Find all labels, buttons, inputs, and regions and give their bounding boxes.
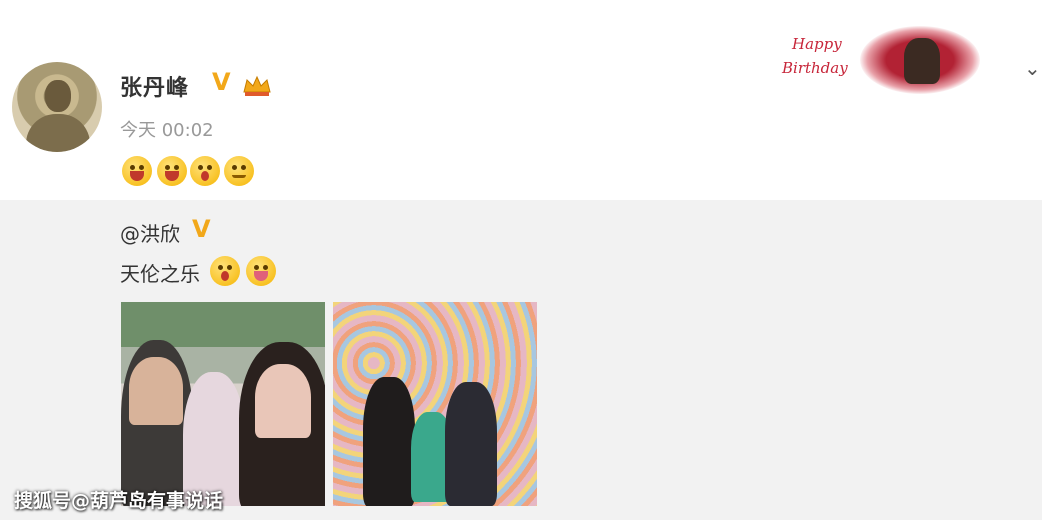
awkward-emoji — [190, 156, 220, 186]
greeting-line-2: Birthday — [782, 59, 848, 77]
repost-photo-2[interactable] — [333, 302, 537, 506]
repost-text: 天伦之乐 — [120, 258, 200, 287]
wink-emoji — [224, 156, 254, 186]
original-post: 张丹峰 V 今天 00:02 Happy Birthday ⌄ — [0, 0, 1042, 200]
avatar[interactable] — [12, 62, 102, 152]
birthday-greeting: Happy Birthday — [782, 32, 848, 80]
repost-text-content: 天伦之乐 — [120, 262, 200, 286]
username[interactable]: 张丹峰 — [120, 70, 189, 102]
chevron-down-icon[interactable]: ⌄ — [1024, 56, 1041, 80]
greeting-line-1: Happy — [792, 35, 842, 53]
person-man — [445, 382, 497, 506]
watermark: 搜狐号@葫芦岛有事说话 — [14, 490, 224, 512]
birthday-card-decoration[interactable]: Happy Birthday — [782, 24, 982, 98]
person-woman — [363, 377, 415, 506]
avatar-body — [26, 114, 90, 152]
post-timestamp: 今天 00:02 — [120, 120, 214, 141]
laugh-emoji — [157, 156, 187, 186]
repost-photo-1[interactable] — [121, 302, 325, 506]
awkward-emoji — [210, 256, 240, 286]
person-man-face — [129, 357, 183, 425]
tongue-emoji — [246, 256, 276, 286]
verified-badge-icon: V — [192, 215, 211, 243]
repost-mention[interactable]: @洪欣 — [120, 218, 180, 247]
laugh-emoji — [122, 156, 152, 186]
crown-icon[interactable] — [242, 74, 272, 98]
anime-figure-image — [904, 38, 940, 84]
person-woman-face — [255, 364, 311, 438]
avatar-face — [45, 80, 71, 112]
verified-badge-icon: V — [212, 68, 231, 96]
